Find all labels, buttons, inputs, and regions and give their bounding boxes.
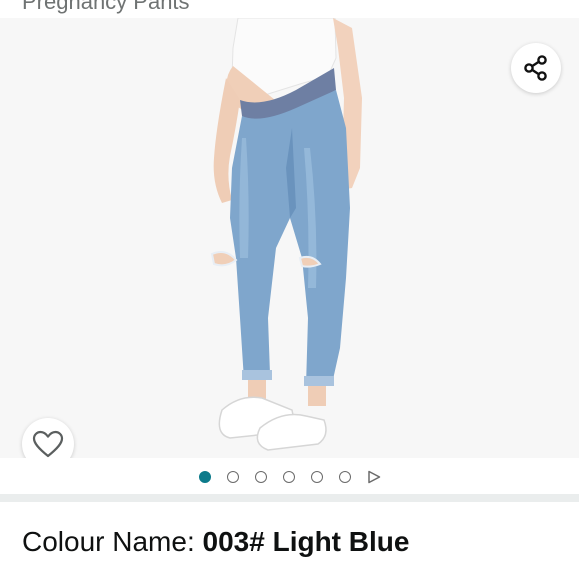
product-image [210,18,362,451]
pagination-dot-1[interactable] [198,471,211,483]
play-icon [367,470,380,484]
pagination-dot-2[interactable] [226,471,239,483]
section-divider [0,494,579,502]
pagination-dot-4[interactable] [282,471,295,483]
heart-icon [32,430,64,458]
video-thumbnail-button[interactable] [367,470,381,484]
share-icon [524,55,547,81]
share-button[interactable] [511,43,561,93]
pagination-dot-3[interactable] [254,471,267,483]
colour-name-label: Colour Name: [22,526,203,557]
product-title: Pregnancy Pants [22,0,190,14]
colour-name-row: Colour Name: 003# Light Blue [22,524,409,560]
product-page: Pregnancy Pants Colour Name: 003# Light … [0,0,579,580]
pagination-dot-5[interactable] [310,471,323,483]
image-pagination [0,464,579,490]
pagination-dot-6[interactable] [338,471,351,483]
product-image-gallery[interactable] [0,18,579,458]
colour-name-value: 003# Light Blue [202,526,410,557]
